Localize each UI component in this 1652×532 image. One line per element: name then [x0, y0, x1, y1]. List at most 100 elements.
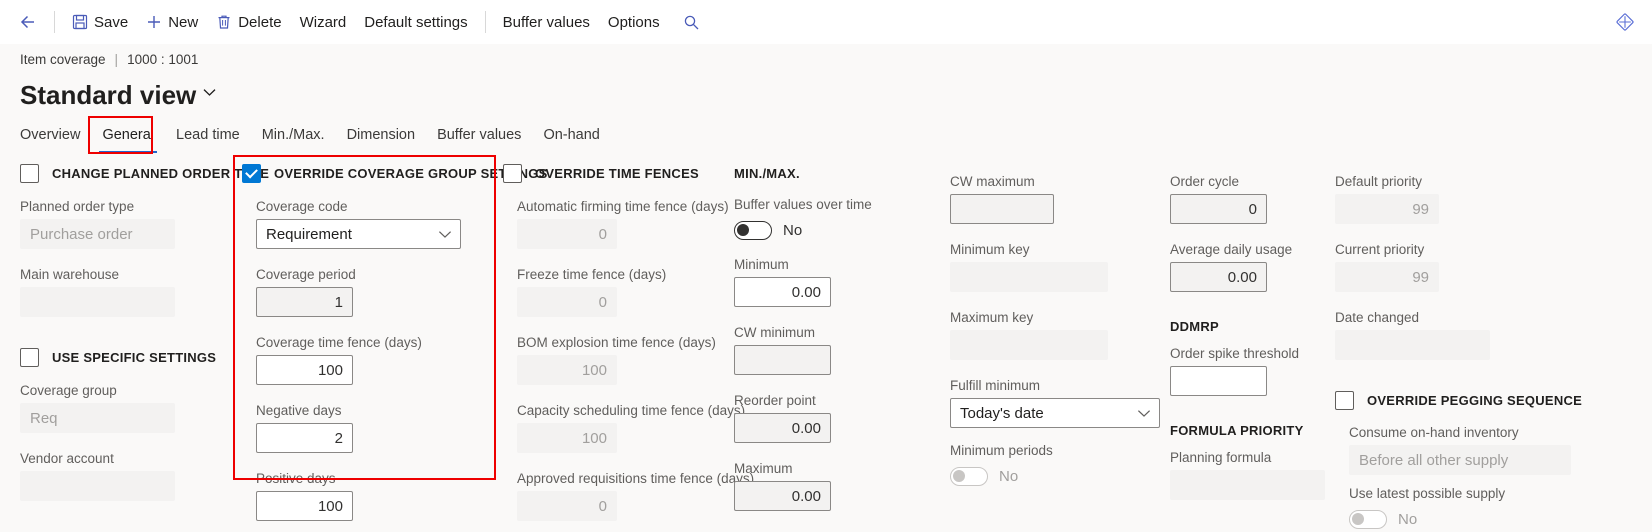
cw-minimum-input[interactable] — [734, 345, 831, 375]
minimum-input[interactable]: 0.00 — [734, 277, 831, 307]
delete-label: Delete — [238, 13, 282, 31]
use-latest-possible-supply-label: Use latest possible supply — [1349, 486, 1506, 501]
override-pegging-sequence-checkbox[interactable] — [1335, 390, 1354, 410]
field-vendor-account: Vendor account — [20, 450, 215, 501]
coverage-group-input[interactable]: Req — [20, 403, 175, 433]
save-button[interactable]: Save — [63, 7, 137, 37]
average-daily-usage-input[interactable]: 0.00 — [1170, 262, 1267, 292]
override-time-fences-header: OVERRIDE TIME FENCES — [503, 160, 718, 186]
toggle-knob — [953, 470, 965, 482]
current-priority-input[interactable]: 99 — [1335, 262, 1439, 292]
field-coverage-period: Coverage period 1 — [256, 266, 492, 317]
minimum-key-input[interactable] — [950, 262, 1108, 292]
tab-buffer-values[interactable]: Buffer values — [426, 121, 532, 149]
options-button[interactable]: Options — [599, 7, 669, 37]
chevron-down-icon — [1137, 409, 1151, 418]
minimum-periods-value: No — [999, 467, 1019, 485]
field-default-priority: Default priority 99 — [1335, 173, 1635, 224]
field-automatic-firming-time-fence: Automatic firming time fence (days) 0 — [517, 198, 729, 249]
breadcrumb-entity[interactable]: Item coverage — [20, 52, 106, 67]
chevron-down-icon[interactable] — [203, 73, 216, 111]
field-consume-on-hand-inventory: Consume on-hand inventory Before all oth… — [1349, 424, 1635, 475]
cw-maximum-input[interactable] — [950, 194, 1054, 224]
freeze-time-fence-label: Freeze time fence (days) — [517, 267, 667, 282]
options-label: Options — [607, 13, 660, 31]
coverage-time-fence-label: Coverage time fence (days) — [256, 335, 422, 350]
tab-lead-time[interactable]: Lead time — [165, 121, 251, 149]
consume-on-hand-inventory-label: Consume on-hand inventory — [1349, 425, 1519, 440]
coverage-time-fence-input[interactable]: 100 — [256, 355, 353, 385]
buffer-values-button[interactable]: Buffer values — [494, 7, 599, 37]
override-coverage-group-settings-checkbox[interactable] — [242, 163, 261, 183]
new-button[interactable]: New — [137, 7, 207, 37]
order-cycle-input[interactable]: 0 — [1170, 194, 1267, 224]
maximum-key-input[interactable] — [950, 330, 1108, 360]
change-planned-order-type-label: CHANGE PLANNED ORDER TYPE — [52, 165, 270, 181]
minimum-periods-toggle[interactable] — [950, 466, 988, 486]
freeze-time-fence-input[interactable]: 0 — [517, 287, 617, 317]
positive-days-input[interactable]: 100 — [256, 491, 353, 521]
override-pegging-sequence-label: OVERRIDE PEGGING SEQUENCE — [1367, 392, 1583, 408]
order-spike-threshold-label: Order spike threshold — [1170, 346, 1300, 361]
use-specific-settings-checkbox[interactable] — [20, 347, 39, 367]
bom-explosion-time-fence-input[interactable]: 100 — [517, 355, 617, 385]
field-coverage-group: Coverage group Req — [20, 382, 215, 433]
consume-on-hand-inventory-input[interactable]: Before all other supply — [1349, 445, 1571, 475]
field-cw-minimum: CW minimum — [734, 324, 914, 375]
tab-overview[interactable]: Overview — [20, 121, 91, 149]
coverage-period-label: Coverage period — [256, 267, 356, 282]
reorder-point-input[interactable]: 0.00 — [734, 413, 831, 443]
field-minimum-periods: Minimum periods No — [950, 442, 1165, 489]
date-changed-label: Date changed — [1335, 310, 1420, 325]
field-buffer-values-over-time: Buffer values over time No — [734, 196, 914, 243]
field-current-priority: Current priority 99 — [1335, 241, 1635, 292]
default-settings-button[interactable]: Default settings — [355, 7, 476, 37]
capacity-scheduling-time-fence-input[interactable]: 100 — [517, 423, 617, 453]
negative-days-input[interactable]: 2 — [256, 423, 353, 453]
use-latest-possible-supply-toggle[interactable] — [1349, 509, 1387, 529]
search-icon[interactable] — [675, 7, 709, 37]
change-planned-order-type-checkbox[interactable] — [20, 163, 39, 183]
column-keys-and-fulfillment: CW maximum Minimum key Maximum key Fulfi… — [950, 160, 1165, 489]
date-changed-input[interactable] — [1335, 330, 1490, 360]
planning-formula-input[interactable] — [1170, 470, 1325, 500]
tab-buffer-values-label: Buffer values — [437, 127, 522, 143]
page-title[interactable]: Standard view — [20, 73, 216, 111]
automatic-firming-time-fence-label: Automatic firming time fence (days) — [517, 199, 729, 214]
tab-general[interactable]: General — [91, 121, 165, 153]
plus-icon — [146, 14, 162, 30]
tab-dimension[interactable]: Dimension — [336, 121, 427, 149]
override-time-fences-checkbox[interactable] — [503, 163, 522, 183]
reorder-point-label: Reorder point — [734, 393, 816, 408]
bom-explosion-time-fence-label: BOM explosion time fence (days) — [517, 335, 716, 350]
planned-order-type-label: Planned order type — [20, 199, 135, 214]
tab-min-max[interactable]: Min./Max. — [251, 121, 336, 149]
automatic-firming-time-fence-input[interactable]: 0 — [517, 219, 617, 249]
field-maximum-key: Maximum key — [950, 309, 1165, 360]
wizard-button[interactable]: Wizard — [291, 7, 356, 37]
vendor-account-input[interactable] — [20, 471, 175, 501]
maximum-input[interactable]: 0.00 — [734, 481, 831, 511]
buffer-values-over-time-toggle[interactable] — [734, 220, 772, 240]
coverage-period-input[interactable]: 1 — [256, 287, 353, 317]
maximum-label: Maximum — [734, 461, 793, 476]
field-maximum: Maximum 0.00 — [734, 460, 914, 511]
tab-on-hand[interactable]: On-hand — [532, 121, 610, 149]
default-priority-input[interactable]: 99 — [1335, 194, 1439, 224]
back-arrow-icon[interactable] — [8, 7, 46, 37]
main-warehouse-label: Main warehouse — [20, 267, 120, 282]
fulfill-minimum-dropdown[interactable]: Today's date — [950, 398, 1160, 428]
tab-strip: Overview General Lead time Min./Max. Dim… — [20, 120, 611, 153]
field-freeze-time-fence: Freeze time fence (days) 0 — [517, 266, 718, 317]
cw-maximum-label: CW maximum — [950, 174, 1035, 189]
ddmrp-section-title: DDMRP — [1170, 318, 1219, 334]
coverage-code-dropdown[interactable]: Requirement — [256, 219, 461, 249]
diamond-personalize-icon[interactable] — [1610, 7, 1640, 37]
order-spike-threshold-input[interactable] — [1170, 366, 1267, 396]
approved-requisitions-time-fence-input[interactable]: 0 — [517, 491, 617, 521]
positive-days-label: Positive days — [256, 471, 336, 486]
delete-button[interactable]: Delete — [207, 7, 290, 37]
planned-order-type-input[interactable]: Purchase order — [20, 219, 175, 249]
field-minimum: Minimum 0.00 — [734, 256, 914, 307]
main-warehouse-input[interactable] — [20, 287, 175, 317]
